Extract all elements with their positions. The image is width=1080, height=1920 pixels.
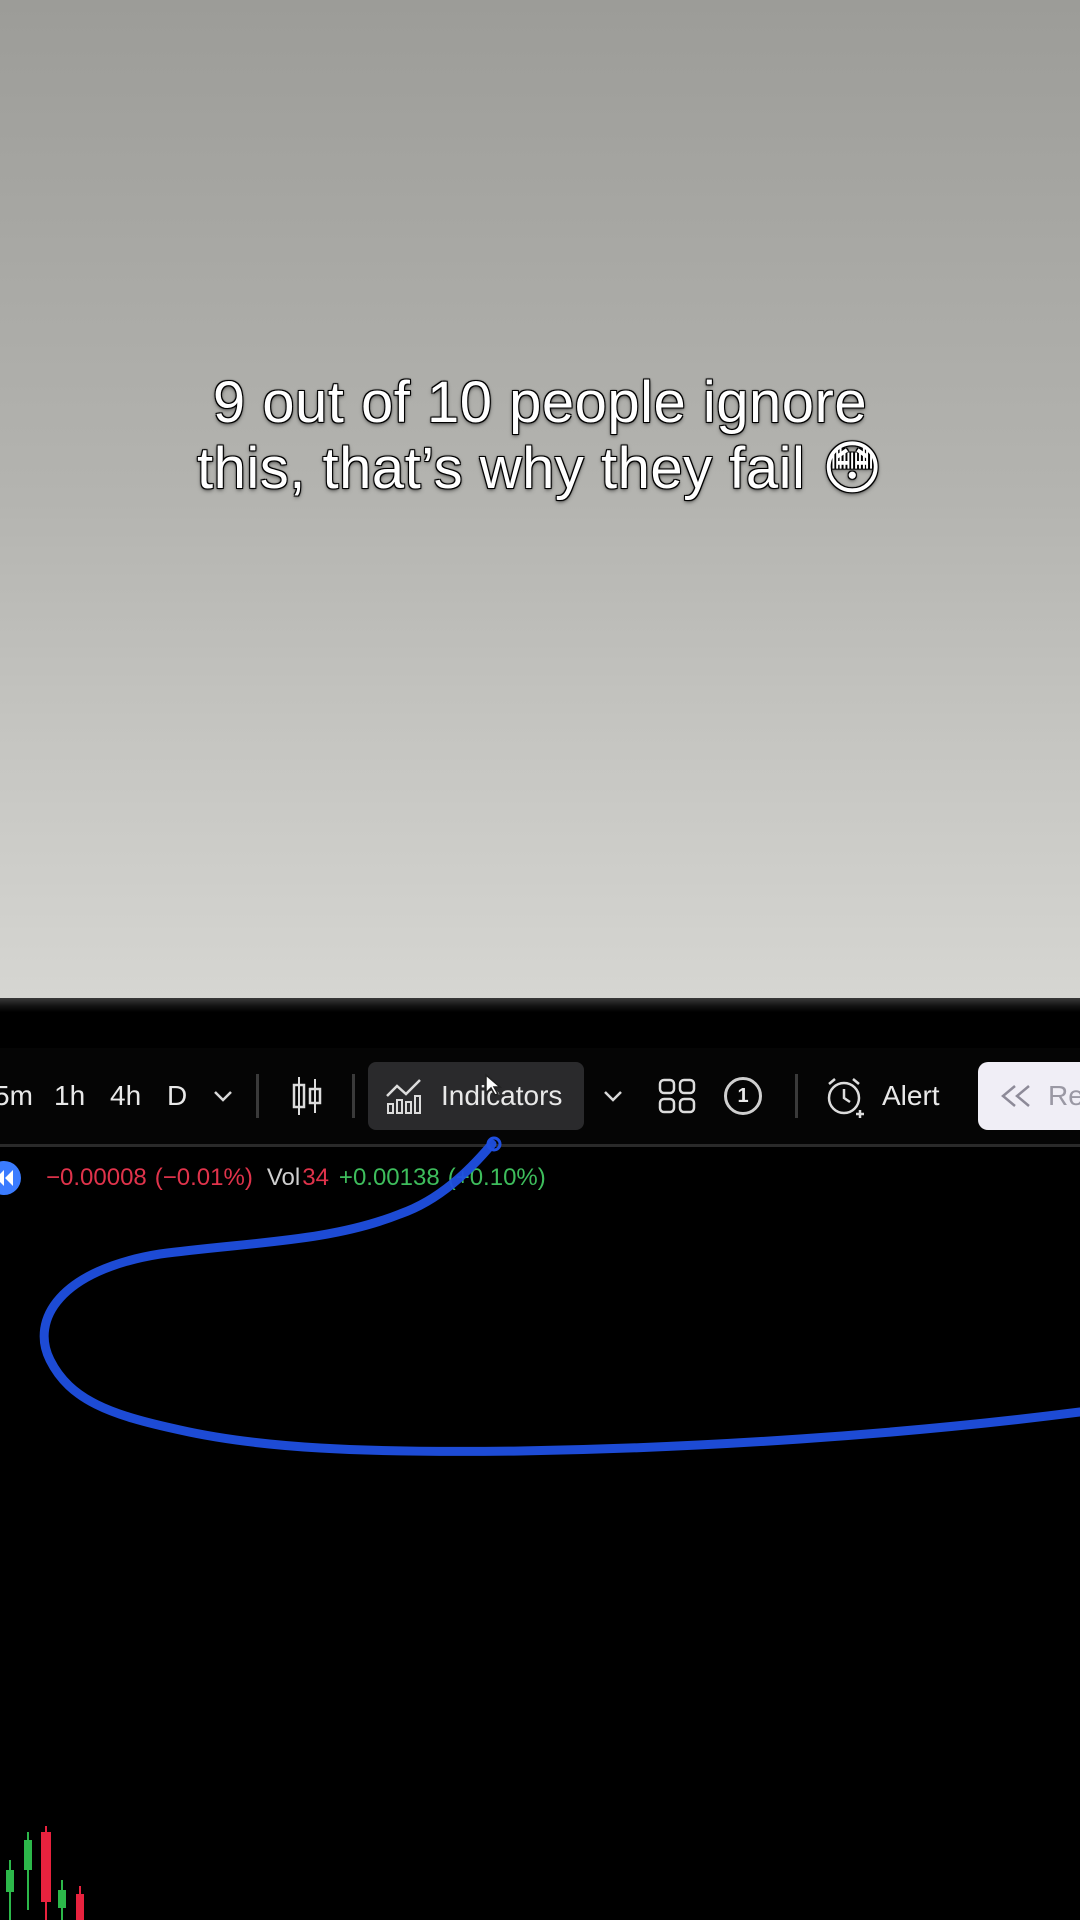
alert-clock-icon [824,1074,868,1118]
candlestick-fragment [6,1826,84,1920]
chevron-down-icon [602,1089,624,1103]
annotation-loop [39,1139,1080,1456]
layout-count: 1 [724,1077,762,1115]
indicators-icon [384,1076,424,1116]
video-caption: 9 out of 10 people ignore this, that’s w… [0,370,1080,502]
rewind-icon [998,1083,1034,1109]
hand-drawn-annotation [39,1136,1080,1456]
caption-line-1: 9 out of 10 people ignore [212,370,868,435]
candle-group [6,1826,84,1920]
replay-button[interactable]: Re [978,1062,1080,1130]
toolbar-divider [795,1074,798,1118]
replay-label: Re [1048,1080,1080,1111]
toolbar-divider [352,1074,355,1118]
cursor-icon [484,1070,502,1100]
caption-line-2: this, that’s why they fail 😳 [197,436,883,501]
chevron-down-icon [212,1089,234,1103]
toolbar-divider [256,1074,259,1118]
layout-grid-icon [657,1077,697,1115]
monitor-bezel [0,998,1080,1012]
alert-label: Alert [882,1080,940,1111]
candles-icon [290,1075,324,1117]
